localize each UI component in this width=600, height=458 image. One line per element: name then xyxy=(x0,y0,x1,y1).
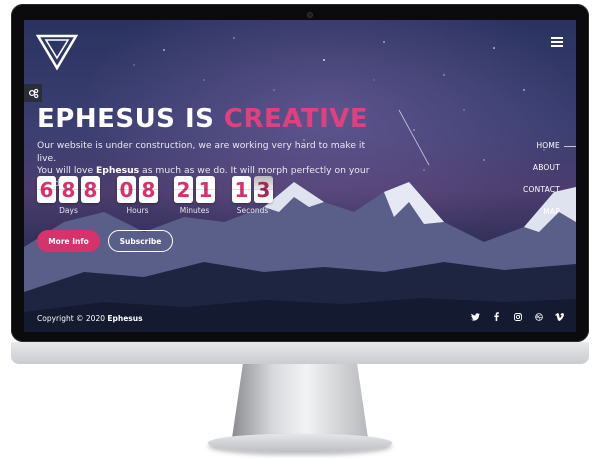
social-links xyxy=(471,312,564,321)
nav-item-contact[interactable]: CONTACT xyxy=(523,185,560,194)
more-info-button[interactable]: More Info xyxy=(37,230,100,252)
footer-copyright: Copyright © 2020 Ephesus xyxy=(37,314,143,323)
minutes-digit: 2 xyxy=(174,176,193,203)
hours-digit: 8 xyxy=(139,176,158,203)
desc-line-2-pre: You will love xyxy=(37,165,97,176)
nav-item-about[interactable]: ABOUT xyxy=(533,163,560,172)
hours-label: Hours xyxy=(126,206,149,215)
hours-digit: 0 xyxy=(117,176,136,203)
copyright-text: Copyright © 2020 xyxy=(37,314,108,323)
menu-bar xyxy=(551,37,563,39)
desc-brand: Ephesus xyxy=(96,165,140,176)
monitor-stand-base xyxy=(208,434,392,452)
page-headline: EPHESUS IS CREATIVE xyxy=(37,104,368,134)
settings-toggle-button[interactable] xyxy=(24,84,42,102)
days-digit: 8 xyxy=(81,176,100,203)
hamburger-menu-icon[interactable] xyxy=(551,37,563,47)
triangle-logo-icon[interactable] xyxy=(36,32,78,72)
monitor-stand-neck xyxy=(232,364,368,438)
copyright-brand: Ephesus xyxy=(107,314,143,323)
instagram-icon[interactable] xyxy=(513,312,522,321)
seconds-label: Seconds xyxy=(236,206,269,215)
headline-main: EPHESUS IS xyxy=(37,104,224,134)
seconds-digit-flipping: 3 xyxy=(254,176,273,203)
minutes-label: Minutes xyxy=(179,206,210,215)
countdown-hours: 0 8 Hours xyxy=(117,176,158,215)
subscribe-button[interactable]: Subscribe xyxy=(108,230,173,252)
webcam-dot xyxy=(307,12,313,18)
settings-gears-icon xyxy=(28,88,38,98)
menu-bar xyxy=(551,41,563,43)
headline-accent: CREATIVE xyxy=(223,104,369,134)
website-screen: EPHESUS IS CREATIVE Our website is under… xyxy=(24,20,576,332)
desc-line-1: Our website is under construction, we ar… xyxy=(37,140,366,164)
countdown-days: 6 8 8 Days xyxy=(37,176,100,215)
monitor-chin xyxy=(11,342,589,364)
dribbble-icon[interactable] xyxy=(534,312,543,321)
countdown-seconds: 1 3 Seconds xyxy=(232,176,273,215)
nav-active-indicator xyxy=(564,146,576,147)
nav-item-home[interactable]: HOME xyxy=(536,141,560,150)
facebook-icon[interactable] xyxy=(492,312,501,321)
vimeo-icon[interactable] xyxy=(555,312,564,321)
menu-bar xyxy=(551,45,563,47)
twitter-icon[interactable] xyxy=(471,312,480,321)
days-digit: 8 xyxy=(59,176,78,203)
countdown-minutes: 2 1 Minutes xyxy=(174,176,215,215)
days-digit: 6 xyxy=(37,176,56,203)
seconds-digit: 1 xyxy=(232,176,251,203)
minutes-digit: 1 xyxy=(196,176,215,203)
nav-item-map[interactable]: MAP xyxy=(543,207,560,216)
days-label: Days xyxy=(59,206,78,215)
